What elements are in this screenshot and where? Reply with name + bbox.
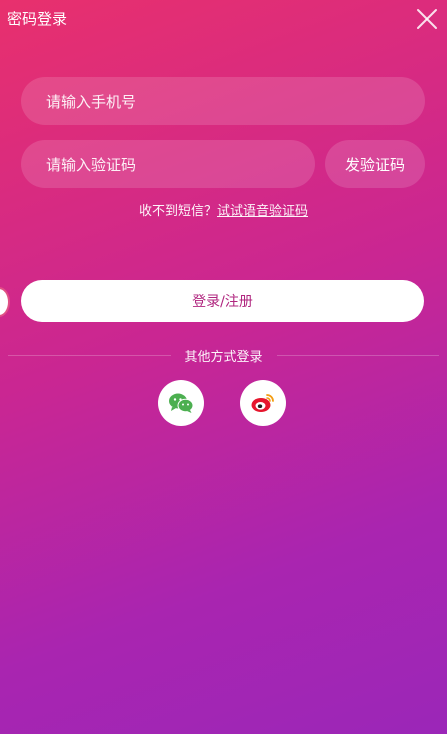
code-input-placeholder: 请输入验证码 xyxy=(46,155,137,174)
divider-line-right xyxy=(276,354,440,356)
weibo-login-button[interactable] xyxy=(240,380,286,426)
wechat-icon xyxy=(169,393,194,413)
verification-code-input[interactable]: 请输入验证码 xyxy=(21,140,315,188)
close-icon xyxy=(417,9,437,29)
sms-hint: 收不到短信？试试语音验证码 xyxy=(0,203,447,221)
send-code-button[interactable]: 发验证码 xyxy=(325,140,425,188)
other-login-divider: 其他方式登录 xyxy=(8,345,440,365)
side-edge-avatar xyxy=(0,289,8,315)
weibo-icon xyxy=(251,394,274,412)
phone-input[interactable]: 请输入手机号 xyxy=(21,77,425,125)
divider-line-left xyxy=(8,354,171,356)
login-register-button[interactable]: 登录/注册 xyxy=(21,280,424,322)
phone-input-placeholder: 请输入手机号 xyxy=(46,92,137,111)
close-button[interactable] xyxy=(416,8,438,30)
wechat-login-button[interactable] xyxy=(158,380,204,426)
page-title: 密码登录 xyxy=(7,10,68,28)
voice-code-link[interactable]: 试试语音验证码 xyxy=(217,204,308,219)
other-login-label: 其他方式登录 xyxy=(184,349,263,365)
sms-hint-text: 收不到短信？ xyxy=(138,204,217,219)
